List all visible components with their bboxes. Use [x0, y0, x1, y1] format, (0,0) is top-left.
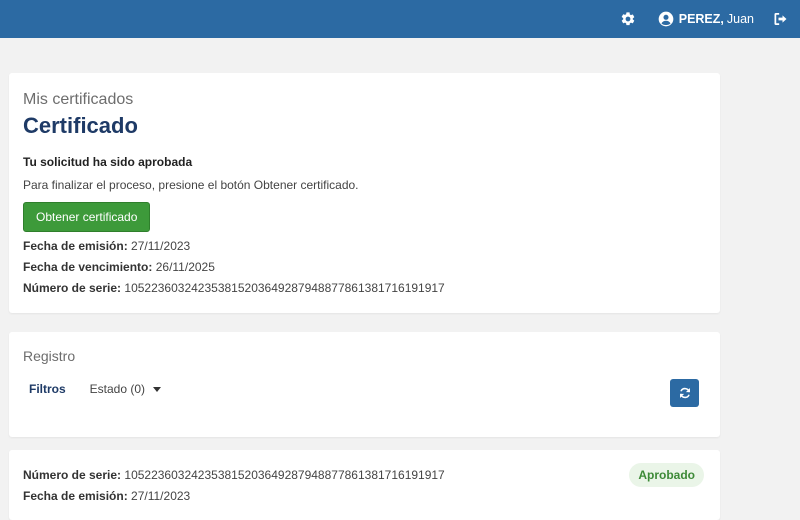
user-circle-icon — [658, 11, 674, 27]
record-serial-field: Número de serie: 10522360324235381520364… — [23, 468, 706, 482]
issue-date-label: Fecha de emisión: — [23, 239, 128, 253]
status-filter-label: Estado (0) — [89, 382, 146, 396]
page-overline: Mis certificados — [23, 91, 134, 108]
refresh-button[interactable] — [670, 379, 699, 407]
record-issue-label: Fecha de emisión: — [23, 489, 128, 503]
issue-date-value: 27/11/2023 — [131, 239, 191, 253]
user-menu[interactable]: PEREZ, Juan — [658, 11, 754, 27]
registry-title: Registro — [23, 348, 76, 364]
user-last-name: PEREZ, — [678, 12, 724, 26]
expiry-date-value: 26/11/2025 — [155, 260, 215, 274]
settings-button[interactable] — [618, 9, 638, 29]
serial-number-label: Número de serie: — [23, 281, 122, 295]
status-description: Para finalizar el proceso, presione el b… — [23, 178, 359, 192]
registry-card: Registro Filtros Estado (0) — [9, 332, 720, 437]
top-navbar: PEREZ, Juan — [0, 0, 800, 38]
caret-down-icon — [153, 386, 162, 392]
get-certificate-button[interactable]: Obtener certificado — [23, 202, 151, 232]
certificate-card: Mis certificados Certificado Tu solicitu… — [9, 73, 720, 313]
expiry-date-field: Fecha de vencimiento: 26/11/2025 — [23, 260, 706, 274]
gear-icon — [621, 12, 634, 26]
status-badge: Aprobado — [629, 463, 704, 487]
record-serial-value: 1052236032423538152036492879488778613817… — [124, 468, 445, 482]
logout-icon — [774, 13, 786, 25]
status-title: Tu solicitud ha sido aprobada — [23, 155, 193, 169]
record-issue-field: Fecha de emisión: 27/11/2023 — [23, 489, 706, 503]
issue-date-field: Fecha de emisión: 27/11/2023 — [23, 239, 706, 253]
certificate-details: Fecha de emisión: 27/11/2023 Fecha de ve… — [23, 239, 706, 295]
page-title: Certificado — [23, 113, 138, 138]
filter-bar: Filtros Estado (0) — [23, 379, 706, 407]
record-serial-label: Número de serie: — [23, 468, 122, 482]
serial-number-value: 1052236032423538152036492879488778613817… — [124, 281, 445, 295]
logout-button[interactable] — [770, 9, 790, 29]
status-filter-dropdown[interactable]: Estado (0) — [89, 382, 162, 396]
refresh-icon — [679, 387, 690, 399]
record-issue-value: 27/11/2023 — [131, 489, 191, 503]
serial-number-field: Número de serie: 10522360324235381520364… — [23, 281, 706, 295]
user-first-name: Juan — [726, 12, 754, 26]
expiry-date-label: Fecha de vencimiento: — [23, 260, 153, 274]
filters-button[interactable]: Filtros — [29, 382, 66, 396]
